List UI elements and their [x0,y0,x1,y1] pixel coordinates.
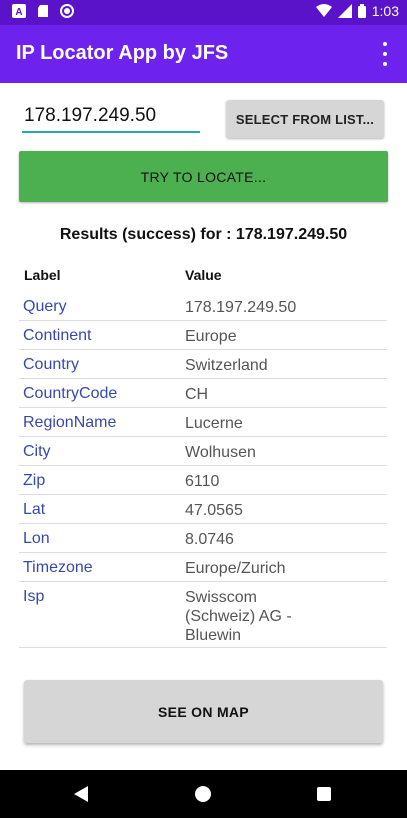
see-on-map-button[interactable]: SEE ON MAP [24,680,383,743]
recent-apps-icon[interactable] [317,787,331,801]
back-icon[interactable] [74,786,88,802]
select-from-list-button[interactable]: SELECT FROM LIST... [226,100,384,138]
status-time: 1:03 [371,3,399,19]
row-value: 47.0565 [185,502,243,519]
row-label: City [23,443,51,460]
more-vert-icon[interactable] [375,42,395,66]
column-header-label: Label [24,267,61,283]
table-row: Lon 8.0746 [19,524,387,553]
app-bar: IP Locator App by JFS [0,25,407,83]
row-value: Switzerland [185,357,268,374]
table-row: CountryCode CH [19,379,387,408]
row-label: Continent [23,327,92,344]
navigation-bar [0,770,407,818]
table-row: City Wolhusen [19,437,387,466]
wifi-icon [315,4,332,17]
table-row: Lat 47.0565 [19,495,387,524]
results-title: Results (success) for : 178.197.249.50 [59,226,348,243]
table-row: Zip 6110 [19,466,387,495]
row-value: 8.0746 [185,531,234,548]
row-label: Timezone [23,559,93,576]
row-value: 178.197.249.50 [185,299,297,316]
table-row: Query 178.197.249.50 [19,292,387,321]
svg-text:A: A [15,7,22,18]
table-row: RegionName Lucerne [19,408,387,437]
column-header-value: Value [185,267,222,283]
row-value: Lucerne [185,415,243,432]
keyboard-a-icon: A [12,4,26,18]
ip-input[interactable] [22,101,200,133]
sd-card-icon [38,5,48,17]
table-row: Country Switzerland [19,350,387,379]
table-row: Isp Swisscom (Schweiz) AG - Bluewin [19,582,387,648]
row-label: Zip [23,472,46,489]
row-value: Europe/Zurich [185,560,286,577]
row-label: Isp [23,588,45,605]
signal-icon [337,4,352,18]
row-label: Lon [23,530,50,547]
record-icon [60,4,74,18]
table-row: Timezone Europe/Zurich [19,553,387,582]
row-label: RegionName [23,414,117,431]
row-label: CountryCode [23,385,118,402]
home-icon[interactable] [195,786,211,802]
try-to-locate-button[interactable]: TRY TO LOCATE... [19,151,388,202]
row-label: Query [23,298,67,315]
battery-icon [357,4,366,18]
row-value: 6110 [185,473,220,490]
row-value: CH [185,386,209,403]
table-row: Continent Europe [19,321,387,350]
row-value: Swisscom (Schweiz) AG - Bluewin [185,589,292,644]
row-label: Lat [23,501,46,518]
status-bar: A 1:03 [0,0,407,25]
results-table: Query 178.197.249.50 Continent Europe Co… [19,292,387,648]
row-value: Wolhusen [185,444,256,461]
app-title: IP Locator App by JFS [16,42,229,64]
row-value: Europe [185,328,237,345]
row-label: Country [23,356,80,373]
